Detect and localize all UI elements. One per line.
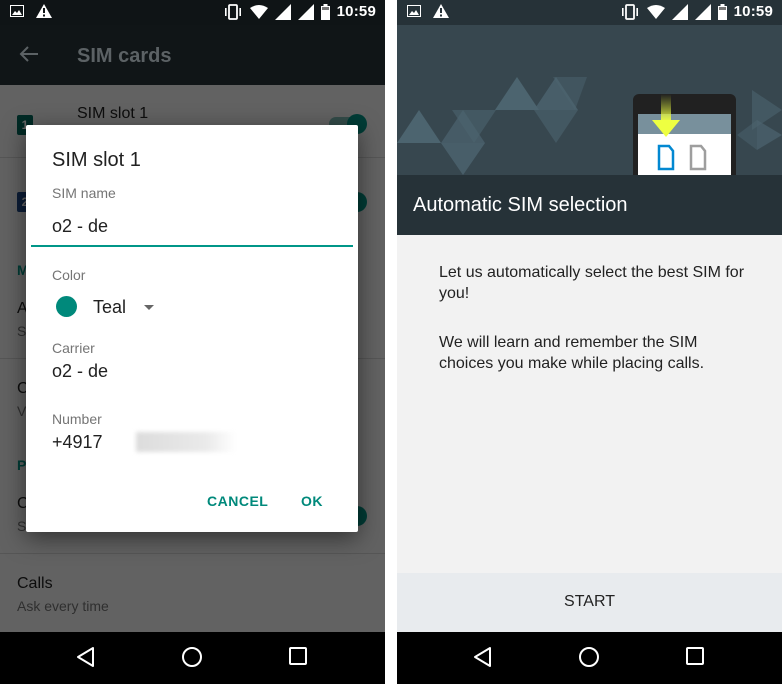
warning-icon (36, 4, 52, 18)
nav-home-icon[interactable] (181, 646, 203, 673)
dialog-title: SIM slot 1 (52, 149, 141, 171)
back-arrow-icon[interactable] (18, 43, 40, 70)
color-value: Teal (93, 297, 127, 317)
sim-name-underline (31, 245, 353, 247)
description-content: Let us automatically select the best SIM… (397, 235, 782, 573)
image-notification-icon (10, 5, 24, 17)
clock: 10:59 (733, 3, 773, 20)
automatic-sim-selection-screen: 10:59 Automatic SIM selection Let us aut… (397, 0, 782, 684)
description-paragraph-2: We will learn and remember the SIM choic… (439, 334, 705, 372)
page-title: Automatic SIM selection (413, 194, 628, 216)
dropdown-arrow-icon (144, 305, 154, 310)
app-bar: SIM cards (0, 25, 385, 85)
clock: 10:59 (336, 3, 376, 20)
description-paragraph-1: Let us automatically select the best SIM… (439, 264, 745, 302)
start-bar: START (397, 573, 782, 632)
wifi-icon (249, 4, 268, 19)
sim-name-label: SIM name (52, 185, 116, 201)
navigation-bar (397, 632, 782, 684)
sim-slot-dialog: SIM slot 1 SIM name o2 - de Color Teal C… (26, 125, 358, 532)
carrier-value: o2 - de (52, 361, 109, 381)
hero-illustration (397, 25, 782, 175)
navigation-bar (0, 632, 385, 684)
nav-home-icon[interactable] (578, 646, 600, 673)
status-bar: 10:59 (0, 0, 385, 25)
start-button[interactable]: START (397, 593, 782, 611)
signal-icon (694, 3, 711, 20)
signal-icon (297, 3, 314, 20)
nav-recents-icon[interactable] (685, 646, 705, 671)
signal-icon (671, 3, 688, 20)
color-label: Color (52, 267, 86, 283)
status-bar: 10:59 (397, 0, 782, 25)
cancel-button[interactable]: CANCEL (207, 493, 268, 509)
carrier-label: Carrier (52, 340, 95, 356)
color-swatch (56, 296, 77, 317)
header-bar: Automatic SIM selection (397, 175, 782, 235)
battery-icon (717, 3, 727, 20)
sim-cards-screen: 10:59 SIM cards 1 SIM slot 1 2 M A S C V… (0, 0, 385, 684)
signal-icon (274, 3, 291, 20)
nav-recents-icon[interactable] (288, 646, 308, 671)
nav-back-icon[interactable] (472, 646, 494, 673)
sim-name-input[interactable]: o2 - de (52, 216, 108, 237)
page-title: SIM cards (77, 45, 172, 67)
vibrate-icon (620, 3, 640, 20)
warning-icon (433, 4, 449, 18)
nav-back-icon[interactable] (75, 646, 97, 673)
number-label: Number (52, 411, 102, 427)
redacted-number (136, 432, 236, 452)
image-notification-icon (407, 5, 421, 17)
ok-button[interactable]: OK (301, 493, 323, 509)
sim-illustration (397, 77, 782, 175)
battery-icon (320, 3, 330, 20)
vibrate-icon (223, 3, 243, 20)
number-value: +4917 (52, 432, 103, 452)
wifi-icon (646, 4, 665, 19)
